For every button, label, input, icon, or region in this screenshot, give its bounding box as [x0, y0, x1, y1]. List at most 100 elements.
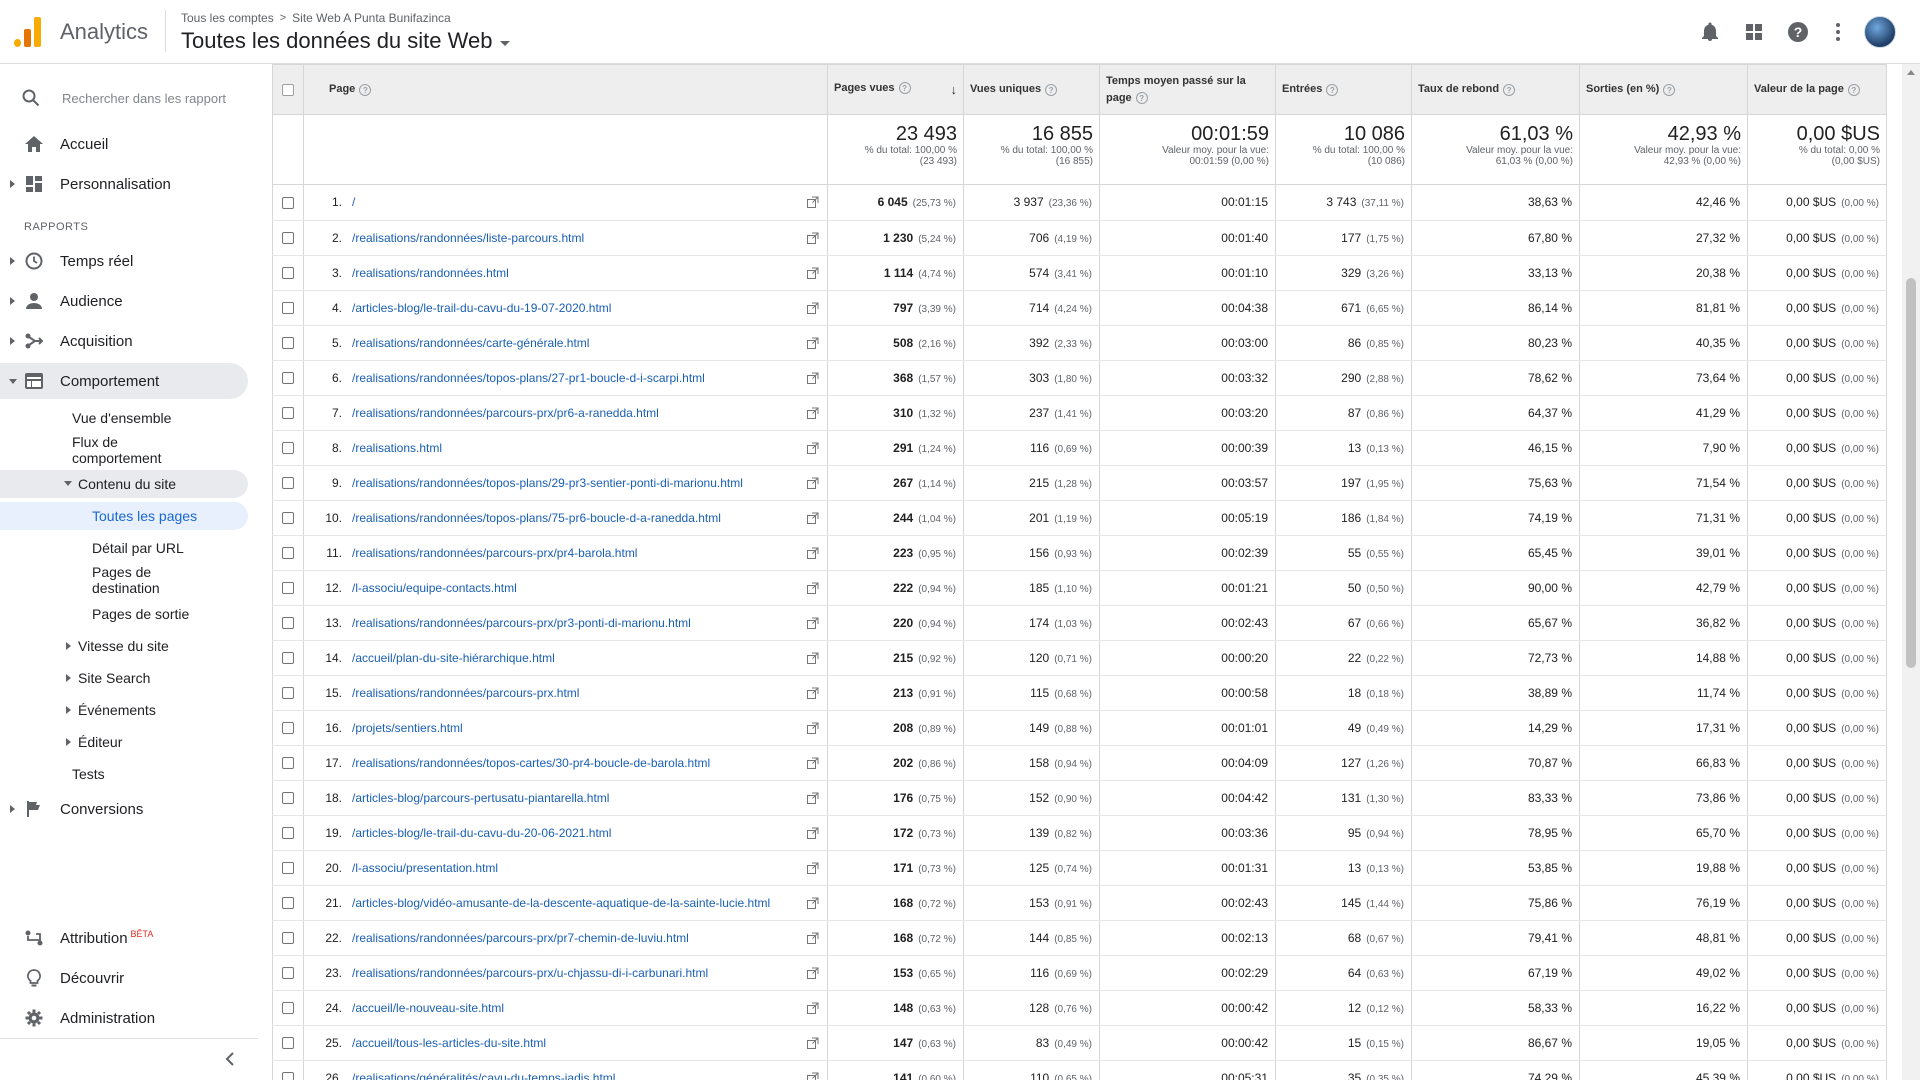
row-checkbox[interactable] — [282, 372, 294, 385]
open-external-icon[interactable] — [807, 617, 819, 629]
row-checkbox[interactable] — [282, 967, 294, 980]
row-checkbox[interactable] — [282, 1072, 294, 1080]
nav-publisher[interactable]: Éditeur — [0, 728, 248, 756]
help-icon[interactable]: ? — [1135, 91, 1148, 104]
page-link[interactable]: /articles-blog/vidéo-amusante-de-la-desc… — [352, 896, 770, 910]
nav-behavior-flow[interactable]: Flux de comportement — [0, 432, 248, 468]
page-link[interactable]: /articles-blog/parcours-pertusatu-pianta… — [352, 791, 609, 805]
row-checkbox[interactable] — [282, 512, 294, 525]
help-icon[interactable]: ? — [359, 83, 372, 96]
page-link[interactable]: /l-associu/equipe-contacts.html — [352, 581, 517, 595]
open-external-icon[interactable] — [807, 1002, 819, 1014]
open-external-icon[interactable] — [807, 862, 819, 874]
scrollbar-thumb[interactable] — [1906, 278, 1916, 668]
nav-content-drilldown[interactable]: Détail par URL — [0, 534, 248, 562]
help-icon[interactable]: ? — [1663, 83, 1676, 96]
open-external-icon[interactable] — [807, 407, 819, 419]
nav-site-speed[interactable]: Vitesse du site — [0, 632, 248, 660]
search-input[interactable] — [62, 90, 242, 106]
scroll-up-icon[interactable] — [1907, 70, 1915, 75]
page-link[interactable]: /realisations/randonnées/topos-plans/29-… — [352, 476, 743, 490]
nav-behavior[interactable]: Comportement — [0, 363, 248, 399]
page-link[interactable]: /realisations/randonnées/carte-générale.… — [352, 336, 589, 350]
row-checkbox[interactable] — [282, 932, 294, 945]
nav-site-search[interactable]: Site Search — [0, 664, 248, 692]
row-checkbox[interactable] — [282, 687, 294, 700]
col-header-page-value[interactable]: Valeur de la page? — [1747, 64, 1887, 115]
open-external-icon[interactable] — [807, 1037, 819, 1049]
row-checkbox[interactable] — [282, 617, 294, 630]
nav-events[interactable]: Événements — [0, 696, 248, 724]
open-external-icon[interactable] — [807, 547, 819, 559]
nav-home[interactable]: Accueil — [0, 126, 248, 162]
open-external-icon[interactable] — [807, 967, 819, 979]
open-external-icon[interactable] — [807, 932, 819, 944]
nav-admin[interactable]: Administration — [0, 1000, 248, 1036]
page-link[interactable]: /projets/sentiers.html — [352, 721, 463, 735]
open-external-icon[interactable] — [807, 792, 819, 804]
open-external-icon[interactable] — [807, 267, 819, 279]
row-checkbox[interactable] — [282, 302, 294, 315]
analytics-logo[interactable] — [14, 15, 44, 47]
open-external-icon[interactable] — [807, 1072, 819, 1080]
open-external-icon[interactable] — [807, 477, 819, 489]
breadcrumb-property[interactable]: Site Web A Punta Bunifazinca — [292, 11, 451, 25]
open-external-icon[interactable] — [807, 232, 819, 244]
page-link[interactable]: / — [352, 195, 355, 209]
row-checkbox[interactable] — [282, 862, 294, 875]
help-icon[interactable]: ? — [1503, 83, 1516, 96]
row-checkbox[interactable] — [282, 897, 294, 910]
page-link[interactable]: /accueil/tous-les-articles-du-site.html — [352, 1036, 546, 1050]
page-link[interactable]: /realisations/randonnées/parcours-prx/u-… — [352, 966, 708, 980]
bell-icon[interactable] — [1688, 14, 1732, 50]
page-link[interactable]: /realisations/randonnées/parcours-prx/pr… — [352, 406, 659, 420]
nav-attribution[interactable]: Attribution BÊTA — [0, 920, 248, 956]
help-icon[interactable]: ? — [1045, 83, 1058, 96]
row-checkbox[interactable] — [282, 232, 294, 245]
page-link[interactable]: /accueil/plan-du-site-hiérarchique.html — [352, 651, 555, 665]
col-header-bounce-rate[interactable]: Taux de rebond? — [1411, 64, 1580, 115]
row-checkbox[interactable] — [282, 337, 294, 350]
col-header-page[interactable]: Page? — [303, 64, 828, 115]
nav-discover[interactable]: Découvrir — [0, 960, 248, 996]
help-icon[interactable]: ? — [1776, 14, 1820, 50]
help-icon[interactable]: ? — [1326, 83, 1339, 96]
help-icon[interactable]: ? — [898, 82, 911, 95]
apps-icon[interactable] — [1732, 14, 1776, 50]
open-external-icon[interactable] — [807, 582, 819, 594]
help-icon[interactable]: ? — [1847, 83, 1860, 96]
row-checkbox[interactable] — [282, 722, 294, 735]
col-header-avg-time[interactable]: Temps moyen passé sur la page? — [1099, 64, 1276, 115]
open-external-icon[interactable] — [807, 372, 819, 384]
page-link[interactable]: /realisations.html — [352, 441, 442, 455]
page-link[interactable]: /l-associu/presentation.html — [352, 861, 498, 875]
open-external-icon[interactable] — [807, 897, 819, 909]
page-link[interactable]: /realisations/randonnées/parcours-prx.ht… — [352, 686, 579, 700]
page-link[interactable]: /realisations/randonnées/parcours-prx/pr… — [352, 616, 691, 630]
page-link[interactable]: /realisations/randonnées/topos-plans/27-… — [352, 371, 705, 385]
row-checkbox[interactable] — [282, 582, 294, 595]
nav-customization[interactable]: Personnalisation — [0, 166, 248, 202]
nav-landing-pages[interactable]: Pages de destination — [0, 562, 248, 598]
select-all-checkbox[interactable] — [282, 83, 294, 96]
open-external-icon[interactable] — [807, 442, 819, 454]
col-header-exit-rate[interactable]: Sorties (en %)? — [1579, 64, 1748, 115]
row-checkbox[interactable] — [282, 652, 294, 665]
row-checkbox[interactable] — [282, 757, 294, 770]
row-checkbox[interactable] — [282, 827, 294, 840]
col-header-entrances[interactable]: Entrées? — [1275, 64, 1412, 115]
row-checkbox[interactable] — [282, 407, 294, 420]
open-external-icon[interactable] — [807, 512, 819, 524]
open-external-icon[interactable] — [807, 687, 819, 699]
more-vert-icon[interactable] — [1820, 14, 1856, 50]
open-external-icon[interactable] — [807, 302, 819, 314]
row-checkbox[interactable] — [282, 547, 294, 560]
page-link[interactable]: /articles-blog/le-trail-du-cavu-du-19-07… — [352, 301, 611, 315]
open-external-icon[interactable] — [807, 722, 819, 734]
collapse-sidebar-icon[interactable] — [222, 1051, 238, 1067]
page-link[interactable]: /realisations/randonnées/parcours-prx/pr… — [352, 546, 637, 560]
page-link[interactable]: /realisations/généralités/cavu-du-temps-… — [352, 1071, 615, 1080]
avatar[interactable] — [1864, 16, 1896, 48]
row-checkbox[interactable] — [282, 477, 294, 490]
vertical-scrollbar[interactable] — [1902, 64, 1920, 1080]
